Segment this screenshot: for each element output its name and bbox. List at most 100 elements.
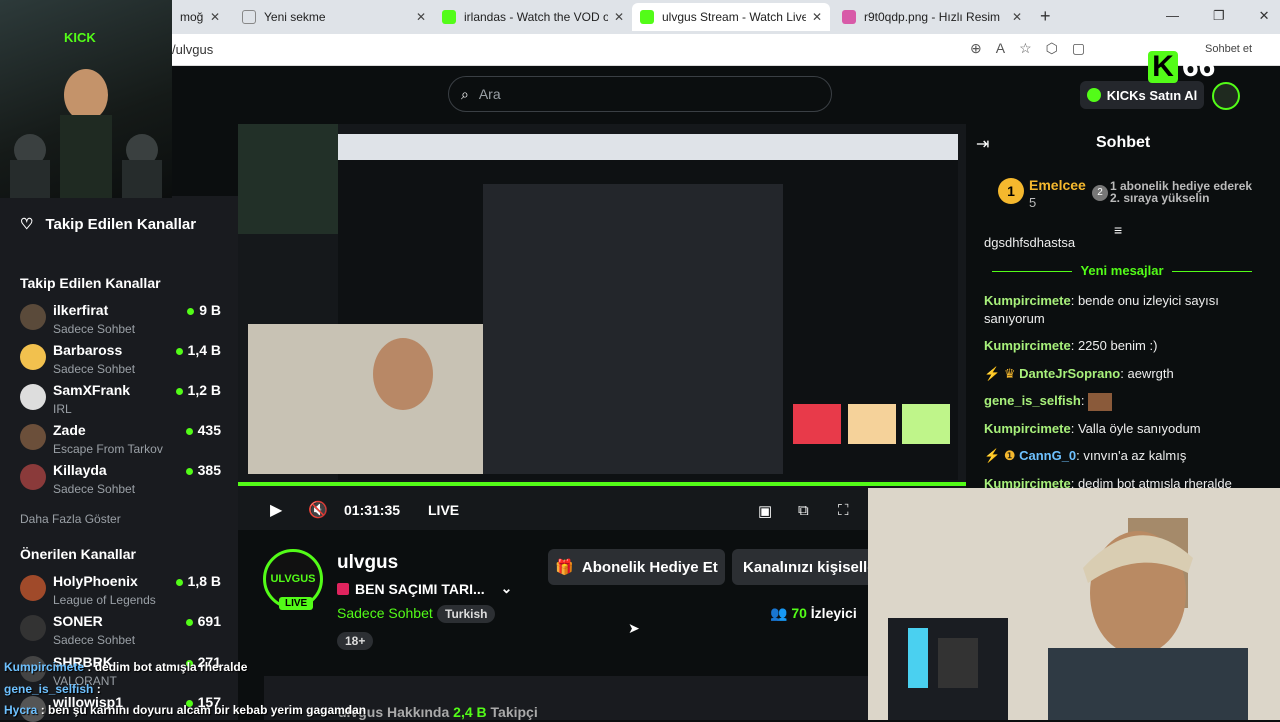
play-icon[interactable]: ▶ bbox=[270, 500, 282, 520]
viewer-count: 9 B bbox=[187, 302, 221, 318]
zoom-icon[interactable]: ⊕ bbox=[970, 40, 982, 57]
new-tab-icon[interactable]: + bbox=[1040, 6, 1051, 27]
sidebar-channel[interactable]: Zade Escape From Tarkov 435 bbox=[20, 422, 225, 462]
badge-icon: ⚡ bbox=[984, 366, 1001, 381]
sidebar-channel[interactable]: SamXFrank IRL 1,2 B bbox=[20, 382, 225, 422]
chat-text: 2250 benim :) bbox=[1077, 338, 1158, 353]
theater-mode-icon[interactable]: ▣ bbox=[758, 502, 772, 520]
chat-username[interactable]: Kumpircimete bbox=[984, 476, 1071, 488]
channel-name: Killayda bbox=[53, 462, 107, 478]
search-icon: ⌕ bbox=[461, 85, 469, 102]
browser-tab[interactable]: irlandas - Watch the VOD on Kick✕ bbox=[434, 3, 632, 31]
mute-icon[interactable]: 🔇 bbox=[308, 500, 328, 520]
chat-username[interactable]: Kumpircimete bbox=[984, 421, 1071, 436]
customize-channel-button[interactable]: Kanalınızı kişiselleştirin bbox=[732, 549, 868, 585]
stream-category[interactable]: Sadece Sohbet bbox=[337, 605, 433, 621]
close-icon[interactable]: ✕ bbox=[1012, 10, 1022, 24]
rank-badge: 1 bbox=[998, 178, 1024, 204]
leader-name: Emelcee bbox=[1029, 177, 1086, 193]
url-text[interactable]: /ulvgus bbox=[172, 42, 213, 57]
viewer-count: 1,8 B bbox=[176, 573, 221, 589]
following-label: Takip Edilen Kanallar bbox=[45, 215, 197, 233]
page-icon bbox=[242, 10, 256, 24]
kick-counter-overlay: K 66 bbox=[1148, 50, 1215, 84]
search-placeholder: Ara bbox=[478, 86, 501, 102]
chat-username[interactable]: Kumpircimete bbox=[984, 293, 1071, 308]
channel-name: SONER bbox=[53, 613, 103, 629]
next-rank-badge: 2 bbox=[1092, 185, 1108, 201]
channel-category: IRL bbox=[53, 402, 72, 416]
chat-message: Kumpircimete: Valla öyle sanıyodum bbox=[984, 421, 1201, 436]
channel-name[interactable]: ulvgus bbox=[337, 552, 398, 574]
viewer-count: 👥 70 İzleyici bbox=[770, 605, 857, 622]
read-aloud-icon[interactable]: A bbox=[996, 40, 1005, 57]
live-indicator: LIVE bbox=[428, 502, 460, 518]
viewer-count: 385 bbox=[186, 462, 221, 478]
search-input[interactable]: ⌕ Ara bbox=[448, 76, 832, 112]
overlay-text: : bbox=[96, 682, 101, 696]
video-progress-bar[interactable] bbox=[238, 482, 966, 486]
chat-username[interactable]: Kumpircimete bbox=[984, 338, 1071, 353]
channel-name: ilkerfirat bbox=[53, 302, 109, 318]
close-window-icon[interactable]: ✕ bbox=[1259, 8, 1270, 24]
chat-username[interactable]: DanteJrSoprano bbox=[1019, 366, 1120, 381]
maximize-icon[interactable]: ❐ bbox=[1213, 8, 1225, 24]
gift-icon: 🎁 bbox=[555, 559, 574, 576]
channel-name: HolyPhoenix bbox=[53, 573, 138, 589]
address-bar[interactable]: /ulvgus ⊕ A ☆ ⬡ ▢ Sohbet et bbox=[0, 34, 1280, 66]
stream-title: BEN SAÇIMI TARI... ⌄ bbox=[337, 580, 512, 597]
browser-tab[interactable]: r9t0qdp.png - Hızlı Resim ✕ bbox=[834, 3, 1030, 31]
language-tag[interactable]: Turkish bbox=[437, 605, 496, 623]
split-screen-icon[interactable]: ▢ bbox=[1072, 40, 1085, 57]
age-tag: 18+ bbox=[337, 632, 374, 650]
kick-icon bbox=[640, 10, 654, 24]
following-link[interactable]: ♡ Takip Edilen Kanallar bbox=[20, 215, 197, 234]
buy-kicks-button[interactable]: KICKs Satın Al bbox=[1080, 81, 1204, 109]
sidebar-channel[interactable]: Barbaross Sadece Sohbet 1,4 B bbox=[20, 342, 225, 382]
user-avatar[interactable] bbox=[1212, 82, 1240, 110]
viewer-count: 1,4 B bbox=[176, 342, 221, 358]
kick-icon bbox=[442, 10, 456, 24]
chat-username[interactable]: CannG_0 bbox=[1019, 448, 1076, 463]
kick-logo-icon: K bbox=[1148, 50, 1178, 83]
badge-icon: ⚡ bbox=[984, 448, 1001, 463]
sidebar-channel[interactable]: HolyPhoenix League of Legends 1,8 B bbox=[20, 573, 225, 613]
minimize-icon[interactable]: — bbox=[1166, 8, 1179, 24]
video-player[interactable] bbox=[238, 124, 966, 530]
favorite-star-icon[interactable]: ☆ bbox=[1019, 40, 1032, 57]
close-icon[interactable]: ✕ bbox=[614, 10, 624, 24]
channel-category: League of Legends bbox=[53, 593, 156, 607]
chat-text: dedim bot atmışla rheralde bbox=[1077, 476, 1232, 488]
webcam-overlay bbox=[868, 488, 1280, 720]
sidebar-channel[interactable]: Killayda Sadece Sohbet 385 bbox=[20, 462, 225, 502]
chat-username[interactable]: gene_is_selfish bbox=[984, 393, 1081, 408]
gift-subscription-button[interactable]: 🎁 Abonelik Hediye Et bbox=[548, 549, 725, 585]
followed-section-title: Takip Edilen Kanallar bbox=[20, 275, 161, 291]
channel-category: Escape From Tarkov bbox=[53, 442, 163, 456]
close-icon[interactable]: ✕ bbox=[416, 10, 426, 24]
collapse-chat-icon[interactable]: ⇥ bbox=[976, 134, 989, 154]
browser-tab[interactable]: moğlu (T✕ bbox=[172, 3, 228, 31]
sidebar-channel[interactable]: ilkerfirat Sadece Sohbet 9 B bbox=[20, 302, 225, 342]
channel-name: Zade bbox=[53, 422, 86, 438]
close-icon[interactable]: ✕ bbox=[210, 10, 220, 24]
sidebar-channel[interactable]: SONER Sadece Sohbet 691 bbox=[20, 613, 225, 653]
webcam-overlay-art: KICK KICK bbox=[0, 0, 172, 198]
fullscreen-icon[interactable]: ⛶ bbox=[838, 502, 849, 519]
avatar bbox=[20, 304, 46, 330]
browser-tab[interactable]: Yeni sekme ✕ bbox=[234, 3, 434, 31]
chevron-down-icon[interactable]: ⌄ bbox=[501, 580, 513, 597]
show-more-link[interactable]: Daha Fazla Göster bbox=[20, 512, 121, 526]
close-icon[interactable]: ✕ bbox=[812, 10, 822, 24]
title-emoji-icon bbox=[337, 582, 349, 595]
browser-tab-active[interactable]: ulvgus Stream - Watch Live on Kick✕ bbox=[632, 3, 830, 31]
buy-kicks-label: KICKs Satın Al bbox=[1106, 87, 1198, 103]
extensions-icon[interactable]: ⬡ bbox=[1046, 40, 1058, 57]
mouse-cursor-icon: ➤ bbox=[628, 620, 640, 636]
overlay-text: : ben şu karnını doyuru alcam bir kebab … bbox=[40, 703, 367, 717]
gift-leaderboard[interactable]: 1 Emelcee 5 2 1 abonelik hediye ederek 2… bbox=[980, 168, 1270, 218]
pip-icon[interactable]: ⧉ bbox=[798, 502, 809, 519]
heart-icon: ♡ bbox=[20, 216, 34, 233]
chat-message: dgsdhfsdhastsa bbox=[984, 235, 1076, 250]
kick-coin-icon bbox=[1086, 88, 1101, 102]
